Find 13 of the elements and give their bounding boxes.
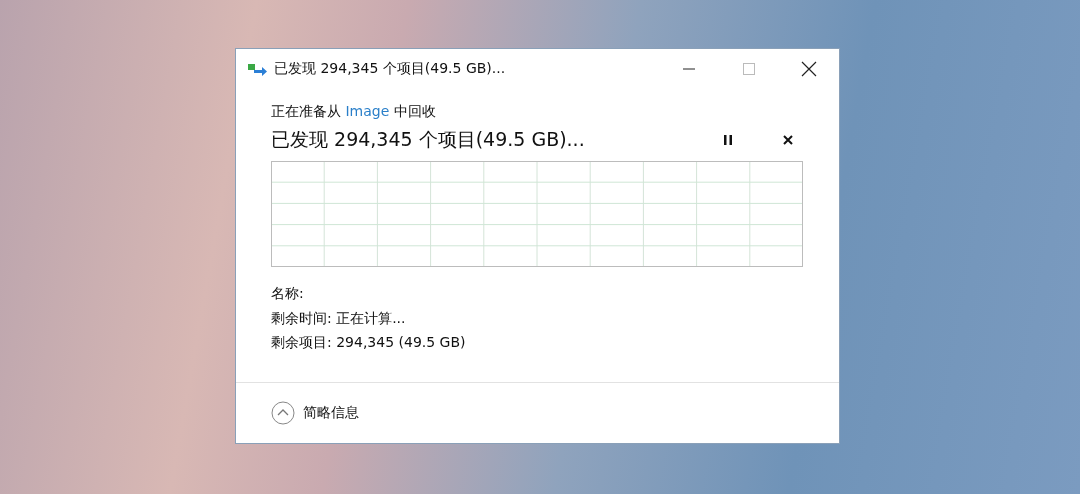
detail-line: 剩余项目: 294,345 (49.5 GB) xyxy=(271,333,467,352)
details-toggle[interactable]: 简略信息 xyxy=(271,401,359,425)
file-transfer-icon xyxy=(248,62,268,76)
pause-icon xyxy=(723,134,733,146)
source-link[interactable]: Image xyxy=(345,103,390,119)
progress-status: 已发现 294,345 个项目(49.5 GB)... xyxy=(271,127,586,152)
operation-description: 正在准备从 Image 中回收 xyxy=(271,103,437,121)
window-title: 已发现 294,345 个项目(49.5 GB)... xyxy=(274,60,507,78)
detail-line: 名称: xyxy=(271,284,305,303)
detail-line: 剩余时间: 正在计算... xyxy=(271,308,407,328)
maximize-icon xyxy=(742,62,756,76)
close-icon xyxy=(782,134,794,146)
close-icon xyxy=(801,61,817,77)
